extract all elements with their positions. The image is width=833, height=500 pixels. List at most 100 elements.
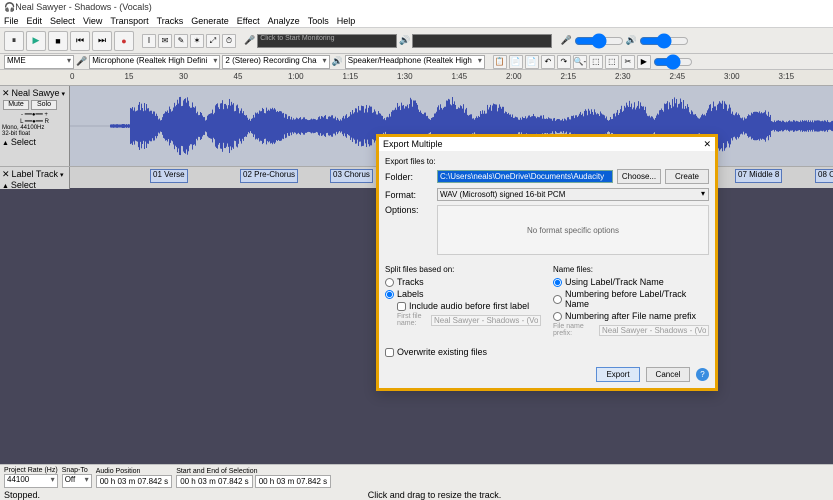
menu-tools[interactable]: Tools	[308, 16, 329, 26]
rec-meter-hint: Click to Start Monitoring	[260, 35, 334, 42]
skip-start-button[interactable]: ⏮	[70, 31, 90, 51]
menu-transport[interactable]: Transport	[110, 16, 148, 26]
playback-meter[interactable]	[412, 34, 552, 48]
cut-button[interactable]: 📋	[493, 55, 507, 69]
name-opt2-label: Numbering before Label/Track Name	[565, 289, 709, 309]
label-marker[interactable]: 08 O	[815, 169, 833, 183]
name-label-radio[interactable]	[553, 278, 562, 287]
rec-volume-slider[interactable]	[574, 37, 624, 45]
label-marker[interactable]: 03 Chorus	[330, 169, 373, 183]
channels-combo[interactable]: 2 (Stereo) Recording Cha	[222, 55, 329, 69]
fit-proj-button[interactable]: ✂	[621, 55, 635, 69]
mute-button[interactable]: Mute	[3, 100, 29, 110]
export-button[interactable]: Export	[596, 367, 640, 382]
include-audio-label: Include audio before first label	[409, 301, 529, 311]
tool-timeshift-icon[interactable]: ⏱	[222, 34, 236, 48]
split-tracks-label: Tracks	[397, 277, 424, 287]
folder-input[interactable]: C:\Users\neals\OneDrive\Documents\Audaci…	[437, 170, 613, 183]
dialog-title-text: Export Multiple	[383, 139, 443, 149]
menu-analyze[interactable]: Analyze	[268, 16, 300, 26]
rec-meter-icon[interactable]: 🎤	[244, 35, 255, 46]
play-speed-slider[interactable]	[653, 58, 693, 66]
label-marker[interactable]: 01 Verse	[150, 169, 188, 183]
status-bar: Stopped. Click and drag to resize the tr…	[0, 490, 833, 500]
record-button[interactable]: ●	[114, 31, 134, 51]
menu-help[interactable]: Help	[337, 16, 356, 26]
tool-zoom-icon[interactable]: ⤢	[206, 34, 220, 48]
solo-button[interactable]: Solo	[31, 100, 57, 110]
audio-position-field[interactable]: 00 h 03 m 07.842 s	[96, 475, 173, 488]
create-button[interactable]: Create	[665, 169, 709, 184]
name-numbering-before-radio[interactable]	[553, 295, 562, 304]
selection-label: Start and End of Selection	[176, 468, 331, 475]
track-close-icon[interactable]: ✕	[2, 88, 10, 98]
cancel-button[interactable]: Cancel	[646, 367, 690, 382]
prefix-label: File name prefix:	[553, 323, 595, 337]
label-marker[interactable]: 02 Pre-Chorus	[240, 169, 298, 183]
fit-sel-button[interactable]: ⬚	[605, 55, 619, 69]
undo-button[interactable]: ↶	[541, 55, 555, 69]
device-toolbar: MME 🎤 Microphone (Realtek High Defini 2 …	[0, 54, 833, 70]
zoom-out-button[interactable]: ⬚	[589, 55, 603, 69]
label-track-select[interactable]: Select	[11, 180, 36, 190]
redo-button[interactable]: ↷	[557, 55, 571, 69]
track-name[interactable]: Neal Sawye	[12, 88, 60, 98]
selection-start-field[interactable]: 00 h 03 m 07.842 s	[176, 475, 253, 488]
tool-selection-icon[interactable]: I	[142, 34, 156, 48]
track-info: Mono, 44100Hz 32-bit float	[2, 125, 67, 137]
tool-envelope-icon[interactable]: ✉	[158, 34, 172, 48]
play-meter-icon[interactable]: 🔊	[399, 35, 410, 46]
snap-combo[interactable]: Off	[62, 474, 92, 488]
zoom-in-button[interactable]: 🔍-	[573, 55, 587, 69]
choose-button[interactable]: Choose...	[617, 169, 661, 184]
transport-toolbar: ⏸ ▶ ■ ⏮ ⏭ ● I ✉ ✎ ✶ ⤢ ⏱ 🎤 Click to Start…	[0, 28, 833, 54]
overwrite-checkbox[interactable]	[385, 348, 394, 357]
play-at-speed-button[interactable]: ▶	[637, 55, 651, 69]
pause-button[interactable]: ⏸	[4, 31, 24, 51]
input-device-combo[interactable]: Microphone (Realtek High Defini	[89, 55, 220, 69]
menu-file[interactable]: File	[4, 16, 19, 26]
split-header: Split files based on:	[385, 265, 541, 274]
first-file-input	[431, 315, 541, 326]
track-control-panel[interactable]: ✕ Neal Sawye ▾ MuteSolo - ━━●━━ + L ━━●━…	[0, 86, 70, 166]
timeline-ruler[interactable]: 01530451:001:151:301:452:002:152:302:453…	[70, 70, 833, 86]
overwrite-label: Overwrite existing files	[397, 347, 487, 357]
skip-end-button[interactable]: ⏭	[92, 31, 112, 51]
name-opt1-label: Using Label/Track Name	[565, 277, 664, 287]
audio-host-combo[interactable]: MME	[4, 55, 74, 69]
split-labels-label: Labels	[397, 289, 424, 299]
spk-vol-icon: 🔊	[626, 35, 637, 46]
play-volume-slider[interactable]	[639, 37, 689, 45]
track-select[interactable]: Select	[11, 137, 36, 147]
format-combo[interactable]: WAV (Microsoft) signed 16-bit PCM	[437, 188, 709, 201]
menu-tracks[interactable]: Tracks	[157, 16, 184, 26]
menu-generate[interactable]: Generate	[191, 16, 229, 26]
audio-position-label: Audio Position	[96, 468, 173, 475]
tool-draw-icon[interactable]: ✎	[174, 34, 188, 48]
stop-button[interactable]: ■	[48, 31, 68, 51]
menu-effect[interactable]: Effect	[237, 16, 260, 26]
dialog-titlebar[interactable]: Export Multiple ✕	[379, 137, 715, 151]
copy-button[interactable]: 📄	[509, 55, 523, 69]
label-marker[interactable]: 07 Middle 8	[735, 169, 782, 183]
label-track-close-icon[interactable]: ✕	[2, 169, 10, 179]
output-device-combo[interactable]: Speaker/Headphone (Realtek High	[345, 55, 485, 69]
paste-button[interactable]: 📄	[525, 55, 539, 69]
menu-view[interactable]: View	[83, 16, 102, 26]
title-bar: 🎧 Neal Sawyer - Shadows - (Vocals)	[0, 0, 833, 14]
label-track-name: Label Track	[12, 169, 59, 179]
label-track-panel[interactable]: ✕ Label Track ▾ ▲ Select	[0, 167, 70, 189]
split-tracks-radio[interactable]	[385, 278, 394, 287]
split-labels-radio[interactable]	[385, 290, 394, 299]
project-rate-combo[interactable]: 44100	[4, 474, 58, 488]
name-numbering-after-radio[interactable]	[553, 312, 562, 321]
help-icon[interactable]: ?	[696, 368, 709, 381]
play-button[interactable]: ▶	[26, 31, 46, 51]
menu-select[interactable]: Select	[50, 16, 75, 26]
include-audio-checkbox[interactable]	[397, 302, 406, 311]
menu-edit[interactable]: Edit	[27, 16, 43, 26]
selection-end-field[interactable]: 00 h 03 m 07.842 s	[255, 475, 332, 488]
tool-multi-icon[interactable]: ✶	[190, 34, 204, 48]
recording-meter[interactable]: Click to Start Monitoring	[257, 34, 397, 48]
dialog-close-icon[interactable]: ✕	[703, 139, 711, 150]
